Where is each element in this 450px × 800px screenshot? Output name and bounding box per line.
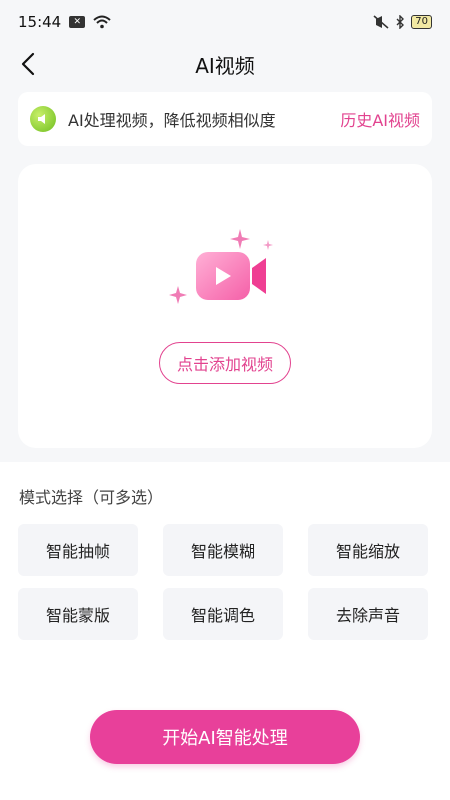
mode-option-color-grade[interactable]: 智能调色 [163, 588, 283, 640]
status-time: 15:44 [18, 13, 62, 31]
status-right: 70 [373, 15, 432, 29]
start-ai-processing-button[interactable]: 开始AI智能处理 [90, 710, 360, 764]
notification-icon: ✕ [69, 16, 86, 28]
history-videos-link[interactable]: 历史AI视频 [340, 107, 420, 131]
mode-option-mask[interactable]: 智能蒙版 [18, 588, 138, 640]
status-bar: 15:44 ✕ 70 [0, 0, 450, 44]
tip-banner: AI处理视频，降低视频相似度 历史AI视频 [18, 92, 432, 146]
add-video-button[interactable]: 点击添加视频 [159, 342, 291, 384]
wifi-icon [93, 15, 111, 29]
chevron-left-icon [21, 52, 35, 76]
page-title: AI视频 [195, 53, 255, 78]
bluetooth-icon [396, 15, 405, 29]
navbar: AI视频 [0, 44, 450, 84]
mode-option-blur[interactable]: 智能模糊 [163, 524, 283, 576]
mode-option-frame-extract[interactable]: 智能抽帧 [18, 524, 138, 576]
mode-title: 模式选择（可多选） [19, 488, 164, 507]
speaker-icon [30, 106, 56, 132]
video-camera-icon [169, 229, 273, 304]
mode-option-zoom[interactable]: 智能缩放 [308, 524, 428, 576]
mode-option-remove-audio[interactable]: 去除声音 [308, 588, 428, 640]
mode-grid: 智能抽帧 智能模糊 智能缩放 智能蒙版 智能调色 去除声音 [18, 524, 428, 640]
status-left: 15:44 ✕ [18, 13, 111, 31]
battery-indicator: 70 [411, 15, 432, 29]
tip-text: AI处理视频，降低视频相似度 [68, 111, 276, 130]
mute-icon [373, 15, 389, 29]
upload-area[interactable]: 点击添加视频 [18, 164, 432, 448]
back-button[interactable] [14, 50, 42, 78]
